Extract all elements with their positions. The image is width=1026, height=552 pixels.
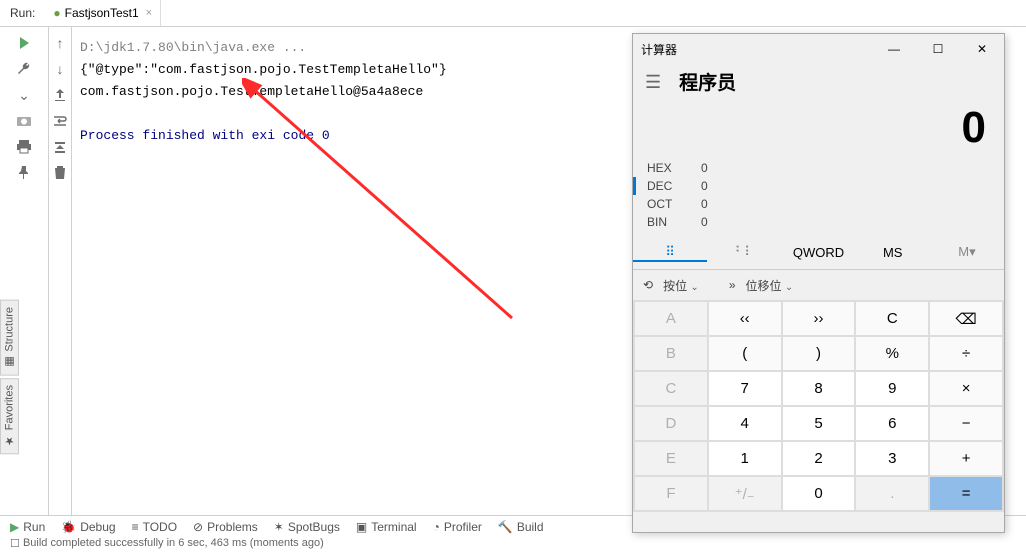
calc-display: 0 (633, 95, 1004, 157)
tool-run[interactable]: ▶Run (10, 520, 45, 534)
number-bases: HEX0 DEC0 OCT0 BIN0 (633, 157, 1004, 235)
key-2[interactable]: 2 (783, 442, 855, 475)
key-9[interactable]: 9 (856, 372, 928, 405)
key-6[interactable]: 6 (856, 407, 928, 440)
key-rshift[interactable]: ›› (783, 302, 855, 335)
structure-tool[interactable]: ▦Structure (0, 300, 19, 376)
key-percent[interactable]: % (856, 337, 928, 370)
key-0[interactable]: 0 (783, 477, 855, 510)
view-bits[interactable]: ⠃⠇ (707, 244, 781, 260)
tool-spotbugs[interactable]: ✶SpotBugs (274, 520, 340, 534)
export-icon[interactable] (52, 87, 68, 103)
calc-mode: 程序员 (679, 68, 736, 95)
key-F[interactable]: F (635, 477, 707, 510)
tool-terminal[interactable]: ▣Terminal (356, 520, 417, 534)
view-ms[interactable]: MS (856, 245, 930, 260)
key-4[interactable]: 4 (709, 407, 781, 440)
base-oct[interactable]: OCT0 (647, 195, 990, 213)
key-rparen[interactable]: ) (783, 337, 855, 370)
printer-icon[interactable] (16, 139, 32, 155)
up-icon[interactable]: ↑ (52, 35, 68, 51)
key-lshift[interactable]: ‹‹ (709, 302, 781, 335)
run-tab-title: FastjsonTest1 (65, 6, 139, 20)
wrap-icon[interactable] (52, 113, 68, 129)
key-5[interactable]: 5 (783, 407, 855, 440)
down-icon[interactable]: ↓ (52, 61, 68, 77)
bitwise-icon: ⟲ (643, 278, 653, 292)
close-icon[interactable]: × (146, 7, 152, 19)
console-line-exit-b: code 0 (275, 128, 330, 143)
key-plusminus[interactable]: ⁺/₋ (709, 477, 781, 510)
status-bar: ☐ Build completed successfully in 6 sec,… (0, 534, 1026, 552)
key-C-hex[interactable]: C (635, 372, 707, 405)
view-keypad[interactable]: ⠿ (633, 244, 707, 262)
key-3[interactable]: 3 (856, 442, 928, 475)
console-line-exit-a: Process finished with exi (80, 128, 275, 143)
key-lparen[interactable]: ( (709, 337, 781, 370)
run-panel-label: Run: (0, 6, 45, 20)
key-8[interactable]: 8 (783, 372, 855, 405)
key-equals[interactable]: = (930, 477, 1002, 510)
calculator-window[interactable]: 计算器 — ☐ ✕ ☰ 程序员 0 HEX0 DEC0 OCT0 BIN0 ⠿ … (632, 33, 1005, 533)
key-subtract[interactable]: − (930, 407, 1002, 440)
tool-todo[interactable]: ≡TODO (132, 520, 177, 534)
run-tab[interactable]: ● FastjsonTest1 × (45, 0, 161, 26)
base-bin[interactable]: BIN0 (647, 213, 990, 231)
trash-icon[interactable] (52, 165, 68, 181)
key-1[interactable]: 1 (709, 442, 781, 475)
tool-problems[interactable]: ⊘Problems (193, 520, 258, 534)
bitwise-dropdown[interactable]: 按位 ⌄ (663, 277, 699, 294)
maximize-button[interactable]: ☐ (916, 34, 960, 64)
key-D[interactable]: D (635, 407, 707, 440)
caret-down-icon[interactable]: ⌄ (16, 87, 32, 103)
key-add[interactable]: + (930, 442, 1002, 475)
run-tab-icon: ● (53, 6, 60, 20)
rerun-icon[interactable] (16, 35, 32, 51)
pin-icon[interactable] (16, 165, 32, 181)
view-mr[interactable]: M▾ (930, 244, 1004, 260)
hamburger-icon[interactable]: ☰ (645, 73, 661, 91)
key-7[interactable]: 7 (709, 372, 781, 405)
camera-icon[interactable] (16, 113, 32, 129)
tool-profiler[interactable]: ◔Profiler (433, 520, 482, 534)
key-dot[interactable]: . (856, 477, 928, 510)
key-clear[interactable]: C (856, 302, 928, 335)
base-hex[interactable]: HEX0 (647, 159, 990, 177)
favorites-tool[interactable]: ★Favorites (0, 378, 19, 454)
close-button[interactable]: ✕ (960, 34, 1004, 64)
console-line-cmd: D:\jdk1.7.80\bin\java.exe ... (80, 40, 306, 55)
scroll-end-icon[interactable] (52, 139, 68, 155)
key-divide[interactable]: ÷ (930, 337, 1002, 370)
key-B[interactable]: B (635, 337, 707, 370)
run-gutter-secondary: ↑ ↓ (49, 27, 72, 521)
keypad: A ‹‹ ›› C ⌫ B ( ) % ÷ C 7 8 9 × D 4 5 6 … (633, 300, 1004, 512)
key-A[interactable]: A (635, 302, 707, 335)
tool-debug[interactable]: 🐞Debug (61, 520, 115, 534)
view-qword[interactable]: QWORD (781, 245, 855, 260)
key-multiply[interactable]: × (930, 372, 1002, 405)
wrench-icon[interactable] (16, 61, 32, 77)
base-dec[interactable]: DEC0 (633, 177, 990, 195)
minimize-button[interactable]: — (872, 34, 916, 64)
key-E[interactable]: E (635, 442, 707, 475)
shift-dropdown[interactable]: 位移位 ⌄ (746, 277, 794, 294)
shift-icon: » (729, 278, 736, 292)
key-backspace[interactable]: ⌫ (930, 302, 1002, 335)
tool-build[interactable]: 🔨Build (498, 520, 544, 534)
